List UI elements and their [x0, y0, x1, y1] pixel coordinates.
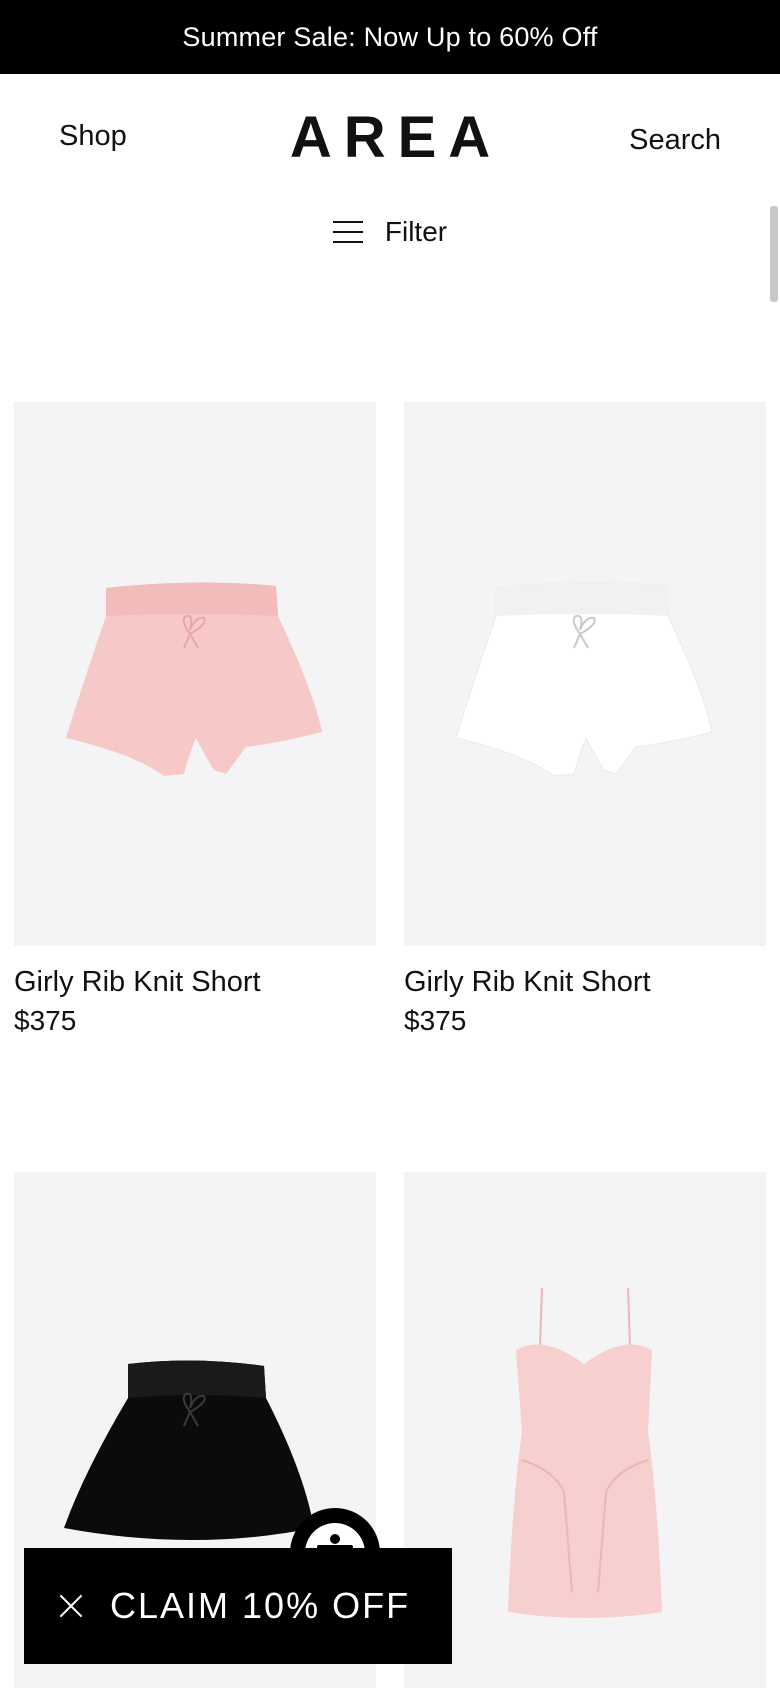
- promo-banner[interactable]: Summer Sale: Now Up to 60% Off: [0, 0, 780, 74]
- product-card[interactable]: Girly Rib Knit Short $375: [14, 402, 376, 1037]
- filter-button[interactable]: Filter: [0, 208, 780, 256]
- claim-offer-bar[interactable]: CLAIM 10% OFF: [24, 1548, 452, 1664]
- product-title[interactable]: Girly Rib Knit Short: [14, 966, 376, 999]
- claim-offer-label[interactable]: CLAIM 10% OFF: [110, 1585, 410, 1627]
- scrollbar-thumb[interactable]: [770, 206, 778, 302]
- product-price: $375: [404, 1005, 467, 1036]
- close-icon[interactable]: [58, 1593, 84, 1619]
- pink-dress-image: [508, 1287, 662, 1618]
- product-card[interactable]: [404, 1172, 766, 1688]
- product-price: $375: [14, 1005, 77, 1036]
- product-image[interactable]: [404, 1172, 766, 1688]
- site-header: Shop AREA Search: [0, 74, 780, 204]
- promo-text: Summer Sale: Now Up to 60% Off: [182, 21, 598, 52]
- white-shorts-image: [455, 581, 713, 777]
- product-image[interactable]: [14, 402, 376, 946]
- hamburger-icon: [332, 221, 363, 243]
- product-image[interactable]: [404, 402, 766, 946]
- filter-label: Filter: [384, 216, 448, 247]
- pink-shorts-image: [66, 582, 322, 776]
- search-link[interactable]: Search: [629, 124, 721, 157]
- product-title[interactable]: Girly Rib Knit Short: [404, 966, 766, 999]
- product-card[interactable]: Girly Rib Knit Short $375: [404, 402, 766, 1037]
